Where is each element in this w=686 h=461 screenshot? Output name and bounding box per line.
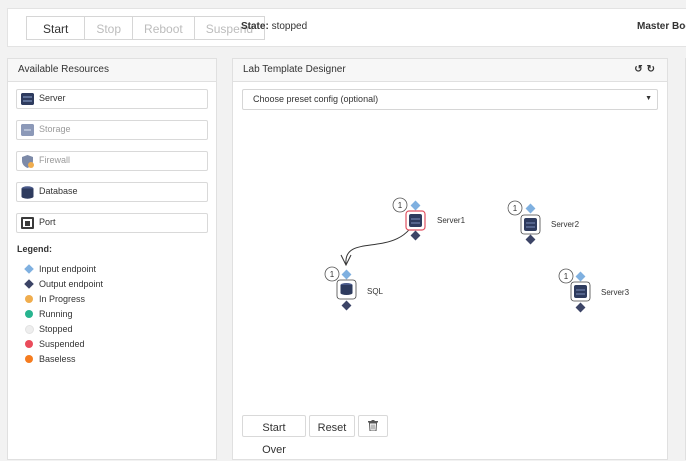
output-endpoint-icon[interactable] (575, 302, 586, 313)
node-server3[interactable]: 1 Server3 (558, 268, 630, 313)
node-label: Server1 (437, 216, 466, 225)
trash-icon (368, 420, 378, 432)
reset-button[interactable]: Reset (309, 415, 355, 437)
start-over-button[interactable]: Start Over (242, 415, 306, 456)
legend-label: Input endpoint (39, 264, 97, 274)
delete-button[interactable] (358, 415, 388, 437)
resource-label: Firewall (39, 155, 71, 165)
node-label: Server3 (601, 288, 630, 297)
master-boot-label: Master Boot Se (637, 21, 686, 32)
power-button-group: Start Stop Reboot Suspend (26, 16, 266, 40)
output-endpoint-icon[interactable] (410, 230, 421, 241)
server-icon (524, 218, 537, 231)
port-icon (21, 217, 34, 229)
output-endpoint-icon (24, 279, 34, 289)
suspended-dot-icon (25, 340, 33, 348)
reboot-button[interactable]: Reboot (132, 16, 195, 40)
node-sql[interactable]: 1 SQL (324, 266, 384, 311)
database-icon-base (340, 291, 353, 295)
lab-template-designer-panel: Lab Template Designer ↺↻ Choose preset c… (232, 58, 668, 460)
legend-label: Baseless (39, 354, 76, 364)
resource-label: Database (39, 186, 78, 196)
resource-firewall[interactable]: Firewall (16, 151, 208, 171)
output-endpoint-icon[interactable] (341, 300, 352, 311)
state-label: State: (241, 21, 269, 32)
legend-label: In Progress (39, 294, 86, 304)
database-icon (21, 186, 34, 199)
panel-title: Lab Template Designer (233, 59, 667, 82)
baseless-dot-icon (25, 355, 33, 363)
resource-database[interactable]: Database (16, 182, 208, 202)
running-dot-icon (25, 310, 33, 318)
legend-label: Output endpoint (39, 279, 104, 289)
resource-label: Server (39, 93, 66, 103)
input-endpoint-icon[interactable] (575, 271, 586, 282)
design-canvas[interactable]: 1 Server1 1 Server2 1 SQL 1 Server3 (233, 119, 667, 399)
server-icon (409, 214, 422, 227)
input-endpoint-icon (24, 264, 34, 274)
refresh-icon[interactable]: ↻ (647, 64, 659, 75)
legend-title: Legend: (17, 244, 52, 254)
preset-select-value: Choose preset config (optional) (253, 94, 379, 104)
input-endpoint-icon[interactable] (410, 200, 421, 211)
available-resources-panel: Available Resources Server Storage Firew… (7, 58, 217, 460)
preset-config-select[interactable]: Choose preset config (optional) ▼ (242, 89, 658, 110)
node-badge: 1 (398, 201, 403, 210)
node-badge: 1 (564, 272, 569, 281)
node-badge: 1 (330, 270, 335, 279)
resource-label: Port (39, 217, 56, 227)
resource-label: Storage (39, 124, 71, 134)
resource-storage[interactable]: Storage (16, 120, 208, 140)
legend-label: Stopped (39, 324, 73, 334)
node-label: SQL (367, 287, 384, 296)
state-indicator: State: stopped (241, 21, 307, 32)
legend-label: Suspended (39, 339, 85, 349)
input-endpoint-icon[interactable] (341, 269, 352, 280)
header-actions: ↺↻ (634, 64, 659, 75)
firewall-icon (21, 155, 34, 168)
storage-icon (21, 124, 34, 136)
undo-icon[interactable]: ↺ (634, 64, 646, 75)
stop-button[interactable]: Stop (84, 16, 134, 40)
stopped-dot-icon (25, 325, 34, 334)
server-icon (21, 93, 34, 105)
server-icon (574, 285, 587, 298)
state-value: stopped (271, 21, 308, 32)
resource-server[interactable]: Server (16, 89, 208, 109)
vm-toolbar: Start Stop Reboot Suspend State: stopped… (7, 8, 686, 47)
node-server2[interactable]: 1 Server2 (507, 200, 580, 245)
start-button[interactable]: Start (26, 16, 86, 40)
resource-port[interactable]: Port (16, 213, 208, 233)
input-endpoint-icon[interactable] (525, 203, 536, 214)
panel-title: Available Resources (8, 59, 216, 82)
output-endpoint-icon[interactable] (525, 234, 536, 245)
chevron-down-icon: ▼ (645, 95, 652, 102)
node-label: Server2 (551, 220, 580, 229)
node-badge: 1 (513, 204, 518, 213)
legend-label: Running (39, 309, 73, 319)
in-progress-dot-icon (25, 295, 33, 303)
